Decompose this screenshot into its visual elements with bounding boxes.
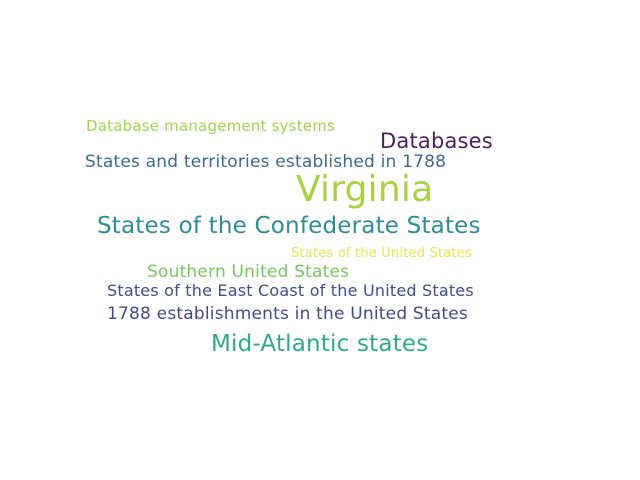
word-cloud: Database management systems Databases St… — [0, 0, 640, 480]
word-southern-united-states: Southern United States — [147, 262, 350, 282]
word-databases: Databases — [380, 129, 493, 153]
word-1788-establishments: 1788 establishments in the United States — [107, 304, 468, 324]
word-mid-atlantic-states: Mid-Atlantic states — [211, 331, 429, 357]
word-states-of-the-confederate-states: States of the Confederate States — [97, 213, 481, 239]
word-states-of-the-united-states: States of the United States — [291, 246, 472, 261]
word-virginia: Virginia — [296, 169, 434, 210]
word-database-management-systems: Database management systems — [86, 117, 336, 135]
word-states-of-the-east-coast: States of the East Coast of the United S… — [107, 281, 474, 300]
